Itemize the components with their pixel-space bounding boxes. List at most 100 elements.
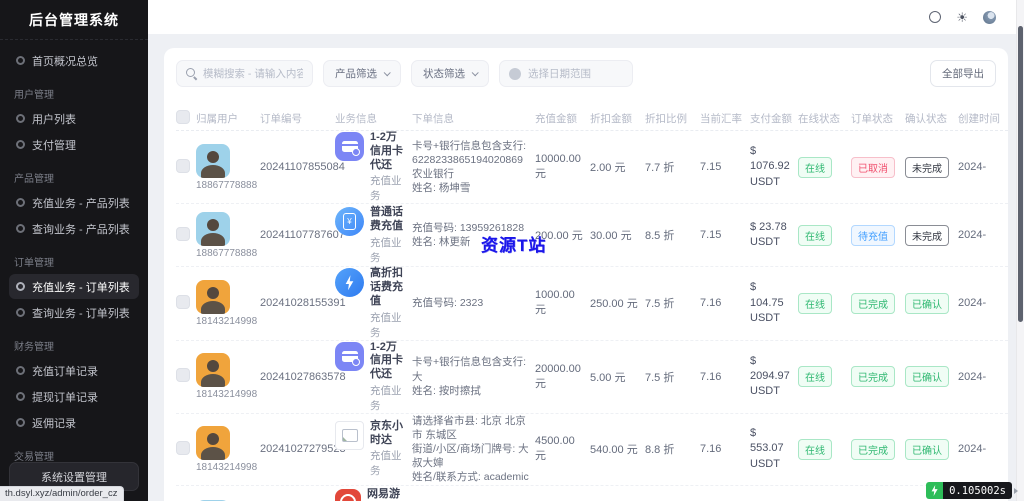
sidebar-item-query-orders[interactable]: 查询业务 - 订单列表 (9, 300, 139, 325)
product-filter-dropdown[interactable]: 产品筛选 (323, 60, 401, 87)
sidebar-item-query-products[interactable]: 查询业务 - 产品列表 (9, 216, 139, 241)
business-title: 京东小时达 (370, 419, 403, 446)
window-scrollbar[interactable] (1016, 0, 1024, 501)
credit-card-icon (335, 341, 364, 371)
sidebar-item-label: 充值业务 - 产品列表 (32, 197, 130, 210)
sidebar: 后台管理系统 首页概况总览 用户管理 用户列表 支付管理 产品管理 充值业务 -… (0, 0, 148, 501)
confirm-status-badge: 已确认 (905, 438, 949, 460)
discount-amount: 250.00 元 (590, 298, 638, 311)
order-info: 卡号+银行信息包含支行: 大姓名: 按时擦拭 (412, 356, 527, 397)
order-info: 卡号+银行信息包含支行: 6228233865194020869农业银行 姓名: … (412, 139, 527, 195)
confirm-status-badge: 已确认 (905, 366, 949, 388)
recharge-amount: 20000.00 元 (535, 362, 581, 390)
row-checkbox[interactable] (176, 368, 190, 383)
menu-item-icon (16, 308, 25, 317)
dark-theme-icon[interactable] (983, 10, 996, 24)
menu-item-icon (16, 56, 25, 65)
status-filter-dropdown[interactable]: 状态筛选 (411, 60, 489, 87)
status-filter-label: 状态筛选 (423, 68, 465, 80)
order-number: 20241028155391 (260, 297, 346, 310)
sidebar-section-finance: 财务管理 (14, 342, 54, 353)
orders-panel: 产品筛选 状态筛选 选择日期范围 全部导出 归属用户 订单编号 业务信息 下单信… (164, 48, 1008, 501)
table-row: 18143214998 20241027279523 京东小时达 充值业务 请选择… (176, 414, 1008, 486)
avatar[interactable] (196, 353, 230, 388)
discount-amount: 2.00 元 (590, 162, 626, 175)
row-checkbox[interactable] (176, 158, 190, 173)
col-pay: 支付金额 (750, 113, 792, 125)
watermark: 资源T站 (481, 236, 547, 255)
pay-amount: $ 1076.92 USDT (750, 145, 790, 188)
clock-icon (509, 67, 521, 80)
sidebar-section-products: 产品管理 (14, 174, 54, 185)
discount-amount: 540.00 元 (590, 444, 638, 457)
export-all-button[interactable]: 全部导出 (930, 60, 996, 87)
col-order-info: 下单信息 (412, 113, 454, 125)
date-range-picker[interactable]: 选择日期范围 (499, 60, 633, 87)
row-checkbox[interactable] (176, 226, 190, 241)
search-icon (186, 68, 197, 79)
exchange-rate: 7.15 (700, 161, 722, 174)
row-checkbox[interactable] (176, 440, 190, 455)
recharge-amount: 10000.00 元 (535, 153, 581, 181)
sidebar-section-users: 用户管理 (14, 90, 54, 101)
discount-ratio: 8.5 折 (645, 230, 675, 243)
sidebar-item-recharge-orders[interactable]: 充值业务 - 订单列表 (9, 274, 139, 299)
table-row: 18867778888 20241107855084 1-2万信用卡代还 充值业务… (176, 131, 1008, 205)
business-title: 1-2万信用卡代还 (370, 131, 403, 171)
sidebar-item-user-list[interactable]: 用户列表 (9, 106, 139, 131)
business-title: 高折扣话费充值 (370, 267, 403, 307)
menu-item-icon (16, 418, 25, 427)
sidebar-item-home[interactable]: 首页概况总览 (9, 48, 139, 73)
avatar[interactable] (196, 279, 230, 314)
confirm-status-badge: 已确认 (905, 292, 949, 314)
netease-logo-icon (335, 489, 361, 501)
online-status-badge: 在线 (798, 438, 832, 460)
speed-bolt-icon (926, 482, 944, 499)
business-title: 网易游戏 (367, 488, 400, 501)
order-number: 20241027863578 (260, 370, 346, 383)
online-status-badge: 在线 (798, 156, 832, 178)
sidebar-item-recharge-records[interactable]: 充值订单记录 (9, 358, 139, 383)
col-status: 订单状态 (851, 113, 893, 125)
sidebar-item-payment[interactable]: 支付管理 (9, 132, 139, 157)
sidebar-section-orders: 订单管理 (14, 258, 54, 269)
col-online: 在线状态 (798, 113, 840, 125)
light-theme-icon[interactable]: ☀ (956, 11, 968, 24)
table-row: 18143214998 20241028155391 高折扣话费充值 充值业务 充… (176, 267, 1008, 341)
exchange-rate: 7.16 (700, 443, 722, 456)
order-status-badge: 待充值 (851, 224, 895, 246)
chevron-down-icon (383, 69, 391, 77)
col-business: 业务信息 (335, 113, 377, 125)
col-user: 归属用户 (196, 113, 238, 125)
broken-image-icon (335, 420, 364, 450)
search-box[interactable] (176, 60, 313, 87)
order-status-badge: 已完成 (851, 292, 895, 314)
top-header: ☀ (148, 0, 1024, 34)
avatar[interactable] (196, 425, 230, 460)
avatar[interactable] (196, 143, 230, 178)
sidebar-item-label: 首页概况总览 (32, 55, 98, 68)
create-time: 2024- (958, 370, 987, 383)
sidebar-item-withdraw-records[interactable]: 提现订单记录 (9, 384, 139, 409)
confirm-status-badge: 未完成 (905, 224, 949, 246)
scrollbar-thumb[interactable] (1018, 26, 1023, 322)
search-input[interactable] (203, 67, 303, 80)
discount-amount: 5.00 元 (590, 371, 626, 384)
refresh-icon[interactable] (929, 11, 942, 23)
discount-ratio: 8.8 折 (645, 444, 675, 457)
sidebar-item-rebate-records[interactable]: 返佣记录 (9, 410, 139, 435)
user-phone: 18867778888 (196, 247, 258, 259)
create-time: 2024- (958, 297, 987, 310)
collapse-arrow-icon[interactable] (1014, 487, 1018, 494)
recharge-amount: 4500.00 元 (535, 435, 575, 463)
avatar[interactable] (196, 211, 230, 246)
select-all-checkbox[interactable] (176, 110, 190, 124)
user-phone: 18143214998 (196, 461, 258, 473)
create-time: 2024- (958, 161, 987, 174)
discount-ratio: 7.7 折 (645, 162, 675, 175)
confirm-status-badge: 未完成 (905, 156, 949, 178)
sidebar-item-recharge-products[interactable]: 充值业务 - 产品列表 (9, 190, 139, 215)
load-time-value: 0.105002s (943, 482, 1012, 499)
order-status-badge: 已完成 (851, 366, 895, 388)
row-checkbox[interactable] (176, 294, 190, 309)
